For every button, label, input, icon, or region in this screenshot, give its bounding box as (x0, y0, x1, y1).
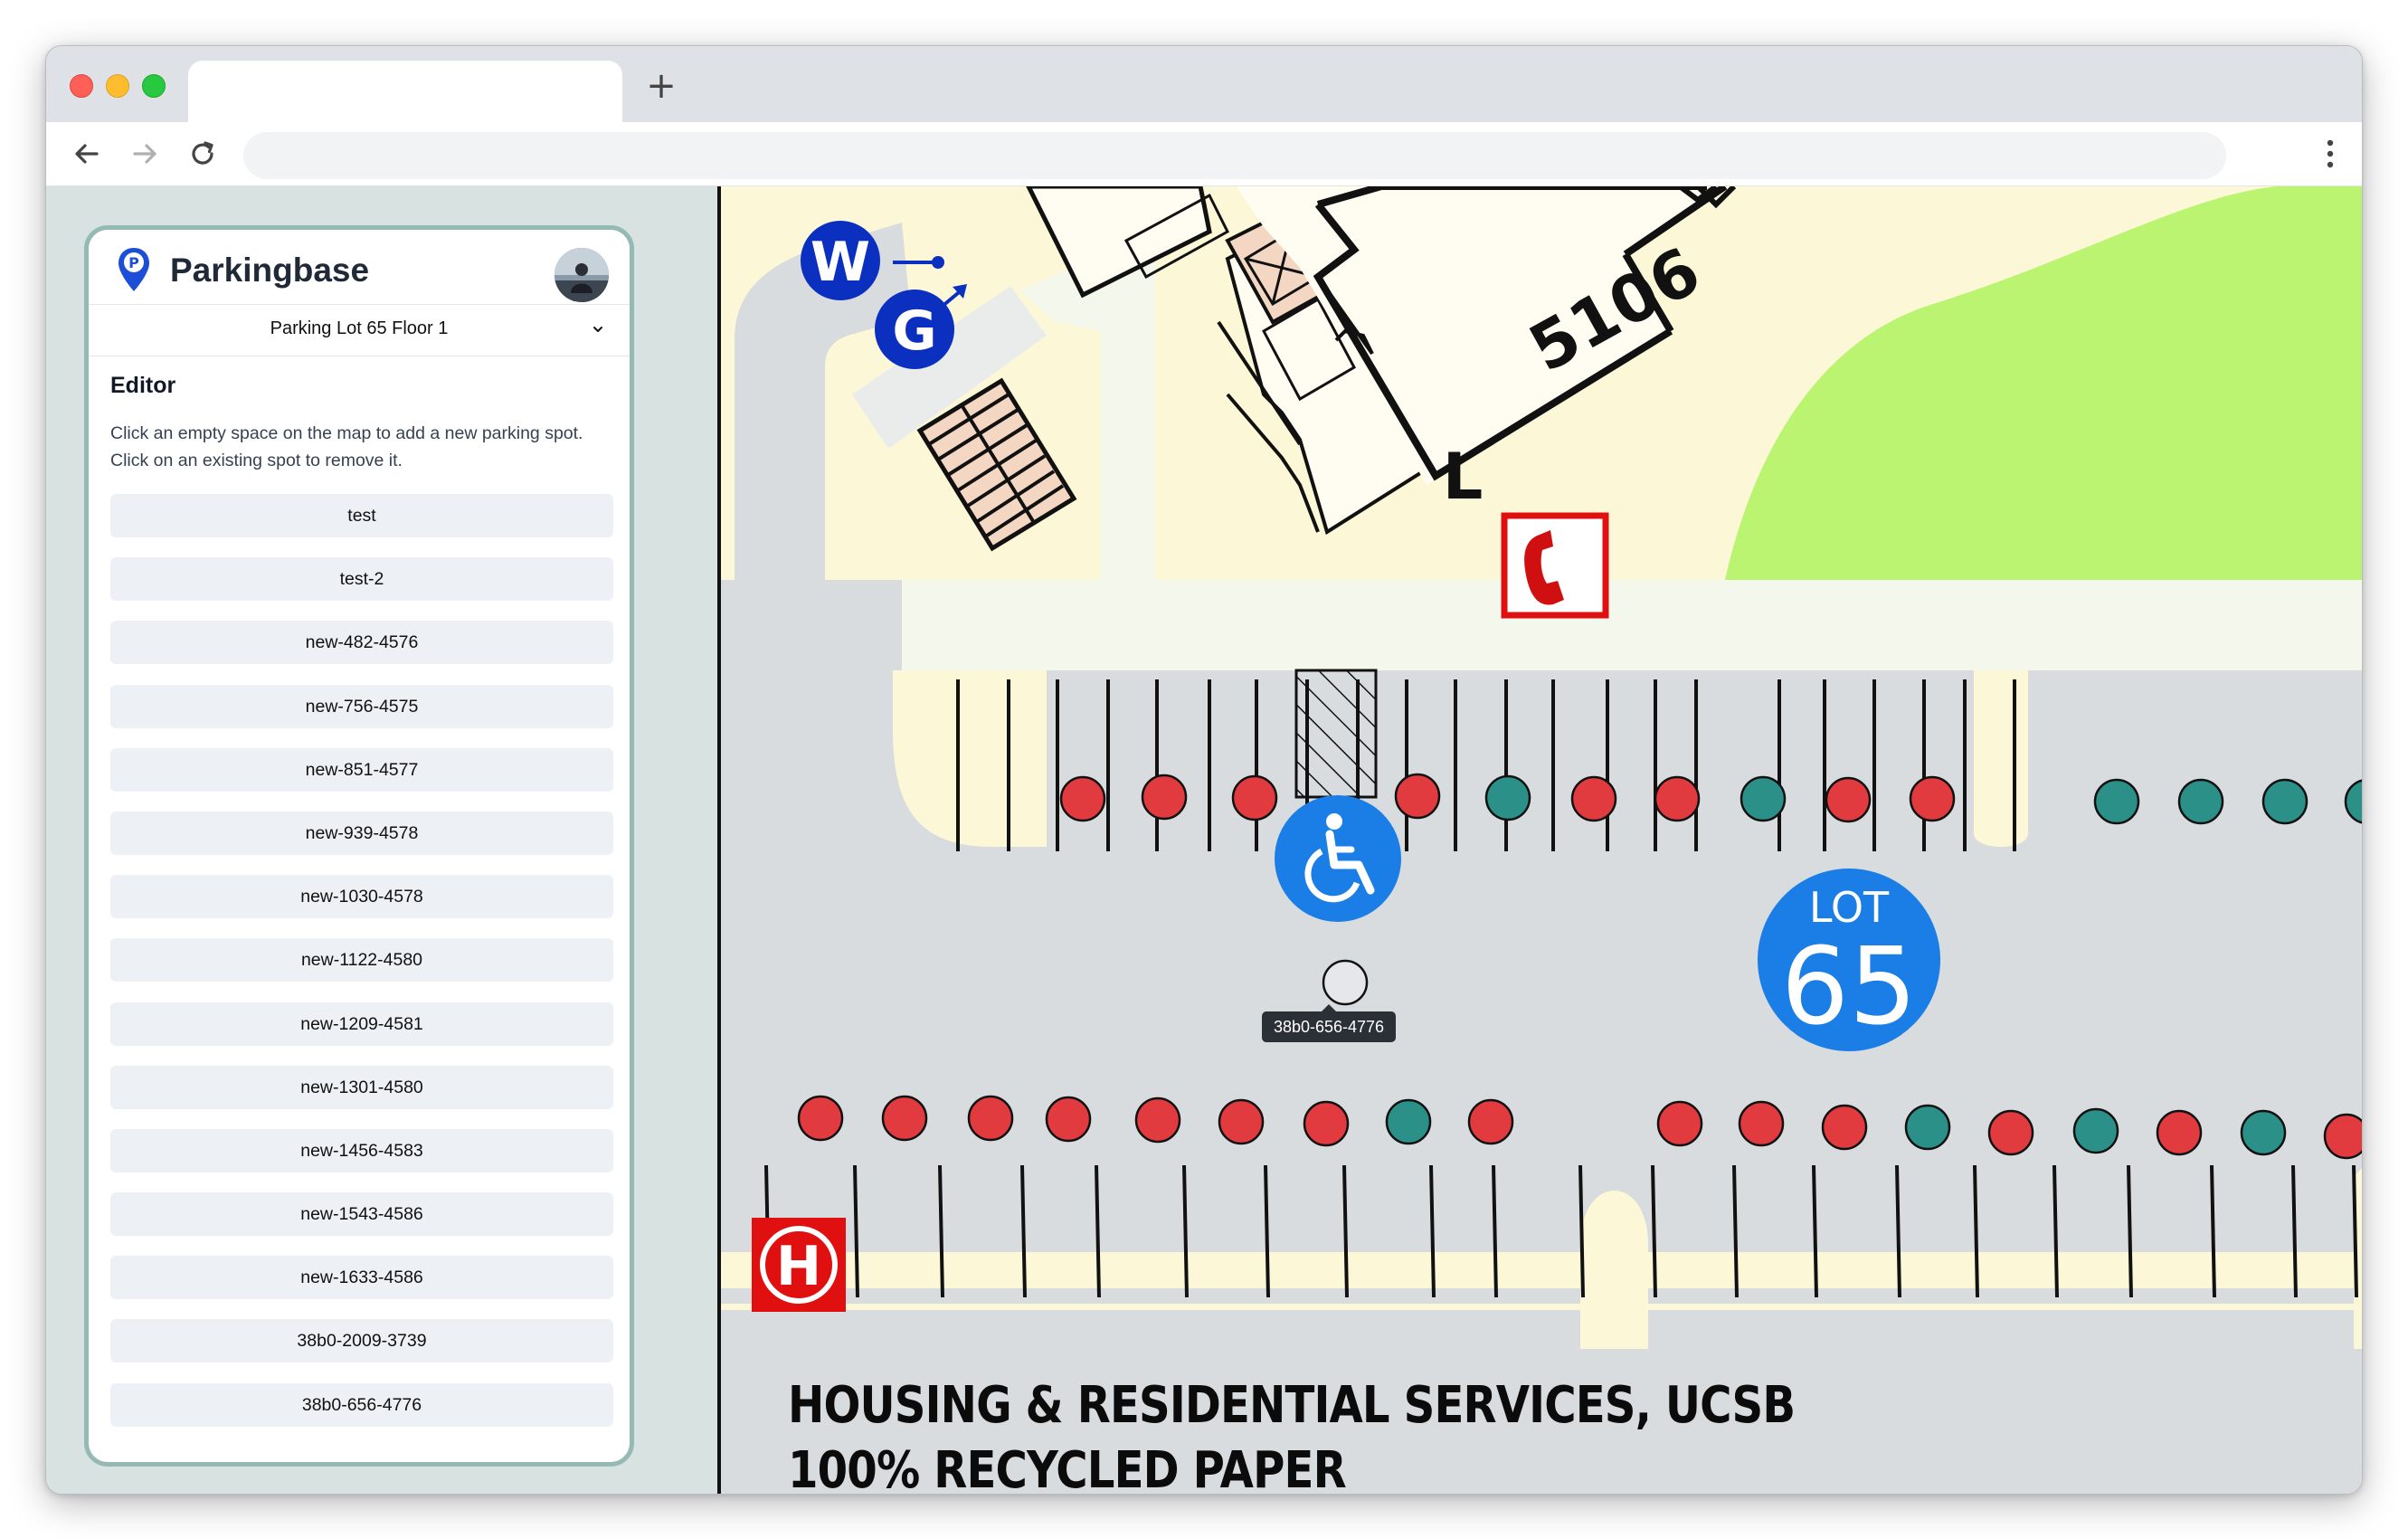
reload-icon[interactable] (184, 135, 222, 173)
spot-list-item[interactable]: new-1030-4578 (110, 875, 613, 919)
occupied-parking-spot[interactable] (1467, 1098, 1514, 1145)
page-content: P Parkingbase Parking Lot 65 Floor 1 Edi… (46, 186, 2362, 1494)
available-parking-spot[interactable] (2177, 778, 2224, 825)
svg-text:P: P (128, 254, 139, 271)
restroom-gender-neutral-label: G (892, 299, 936, 363)
browser-tab[interactable] (188, 61, 622, 122)
map-bottom-strip (721, 1252, 2362, 1288)
sidebar-area: P Parkingbase Parking Lot 65 Floor 1 Edi… (46, 186, 719, 1494)
spot-list-item[interactable]: test-2 (110, 557, 613, 602)
occupied-parking-spot[interactable] (1570, 775, 1617, 822)
occupied-parking-spot[interactable] (1825, 776, 1872, 823)
available-parking-spot[interactable] (1385, 1098, 1432, 1145)
occupied-parking-spot[interactable] (1059, 775, 1106, 822)
new-tab-icon[interactable]: + (643, 68, 679, 104)
app-brand: Parkingbase (170, 252, 370, 289)
occupied-parking-spot[interactable] (1218, 1098, 1265, 1145)
close-window-button[interactable] (70, 74, 93, 98)
back-arrow-icon[interactable] (68, 135, 106, 173)
occupied-parking-spot[interactable] (1141, 774, 1188, 821)
map-sidewalk (902, 580, 2362, 670)
editor-title: Editor (110, 373, 176, 398)
hospital-icon: H (752, 1218, 846, 1312)
parking-map-canvas: 5106 L W G LOT 65 H (721, 186, 2362, 1494)
spot-list-item[interactable]: new-1543-4586 (110, 1192, 613, 1237)
occupied-parking-spot[interactable] (1821, 1104, 1868, 1151)
map-footer-line2: 100% RECYCLED PAPER (788, 1441, 1347, 1494)
spot-list: test test-2 new-482-4576 new-756-4575 new-85… (110, 494, 613, 1447)
chevron-down-icon (593, 327, 602, 332)
occupied-parking-spot[interactable] (1134, 1097, 1181, 1144)
spot-list-item[interactable]: new-1456-4583 (110, 1128, 613, 1172)
occupied-parking-spot[interactable] (1987, 1109, 2034, 1156)
occupied-parking-spot[interactable] (797, 1095, 844, 1142)
available-parking-spot[interactable] (1740, 775, 1787, 822)
minimize-window-button[interactable] (106, 74, 129, 98)
spot-list-item[interactable]: new-482-4576 (110, 621, 613, 665)
spot-list-item[interactable]: test (110, 494, 613, 537)
forward-arrow-icon[interactable] (126, 135, 164, 173)
occupied-parking-spot[interactable] (967, 1095, 1014, 1142)
hospital-letter: H (776, 1235, 821, 1298)
spot-list-item[interactable]: new-851-4577 (110, 747, 613, 792)
map-island-mid (1974, 670, 2028, 847)
restroom-women-label: W (811, 231, 870, 294)
occupied-parking-spot[interactable] (2323, 1113, 2362, 1160)
occupied-parking-spot[interactable] (1656, 1100, 1703, 1147)
occupied-parking-spot[interactable] (1231, 774, 1278, 821)
spot-tooltip: 38b0-656-4776 (1262, 1004, 1396, 1042)
occupied-parking-spot[interactable] (881, 1095, 928, 1142)
browser-window: + P Parkingbase Parking Lot 65 Floor 1 E… (45, 45, 2363, 1495)
user-avatar[interactable] (555, 248, 609, 302)
occupied-parking-spot[interactable] (1654, 775, 1701, 822)
spot-list-item[interactable]: 38b0-656-4776 (110, 1382, 613, 1427)
spot-list-item[interactable]: new-1633-4586 (110, 1256, 613, 1300)
occupied-parking-spot[interactable] (1303, 1100, 1350, 1147)
editor-description: Click an empty space on the map to add a… (110, 423, 583, 470)
spot-list-item[interactable]: new-939-4578 (110, 811, 613, 855)
occupied-parking-spot[interactable] (1738, 1100, 1785, 1147)
kebab-menu-icon[interactable] (2326, 137, 2335, 171)
panel-header: P Parkingbase (89, 230, 630, 305)
occupied-parking-spot[interactable] (1394, 773, 1441, 820)
emergency-phone-icon (1501, 512, 1609, 619)
occupied-parking-spot[interactable] (1045, 1096, 1092, 1143)
spot-list-item[interactable]: 38b0-2009-3739 (110, 1319, 613, 1363)
address-bar[interactable] (243, 132, 2226, 179)
parking-pin-icon: P (119, 248, 149, 291)
available-parking-spot[interactable] (1904, 1104, 1951, 1151)
lot-floor-select-value: Parking Lot 65 Floor 1 (270, 318, 449, 338)
available-parking-spot[interactable] (2261, 778, 2308, 825)
maximize-window-button[interactable] (142, 74, 166, 98)
map-footer-line1: HOUSING & RESIDENTIAL SERVICES, UCSB (788, 1376, 1796, 1435)
editor-panel: P Parkingbase Parking Lot 65 Floor 1 Edi… (84, 225, 634, 1467)
available-parking-spot[interactable] (2240, 1109, 2287, 1156)
wheelchair-accessible-icon (1275, 795, 1401, 922)
selected-parking-spot[interactable] (1322, 959, 1369, 1006)
spot-list-item[interactable]: new-756-4575 (110, 684, 613, 728)
building-marker-label: L (1443, 440, 1484, 514)
spot-list-item[interactable]: new-1301-4580 (110, 1065, 613, 1109)
available-parking-spot[interactable] (2093, 778, 2140, 825)
browser-titlebar: + (46, 46, 2362, 122)
occupied-parking-spot[interactable] (1909, 775, 1956, 822)
map-bottom-strip-2 (721, 1304, 2362, 1310)
lot-number-badge: LOT 65 (1758, 869, 1940, 1051)
lot-badge-number-label: 65 (1781, 924, 1917, 1049)
available-parking-spot[interactable] (2072, 1107, 2119, 1154)
occupied-parking-spot[interactable] (2156, 1109, 2203, 1156)
browser-toolbar (46, 122, 2362, 186)
spot-list-item[interactable]: new-1209-4581 (110, 1002, 613, 1046)
available-parking-spot[interactable] (1484, 774, 1531, 821)
spot-list-item[interactable]: new-1122-4580 (110, 938, 613, 983)
lot-floor-select[interactable]: Parking Lot 65 Floor 1 (89, 305, 630, 356)
avatar-photo-icon (555, 248, 609, 302)
parking-map[interactable]: 5106 L W G LOT 65 H 38b0-656-4776 HOUSIN… (721, 186, 2362, 1494)
